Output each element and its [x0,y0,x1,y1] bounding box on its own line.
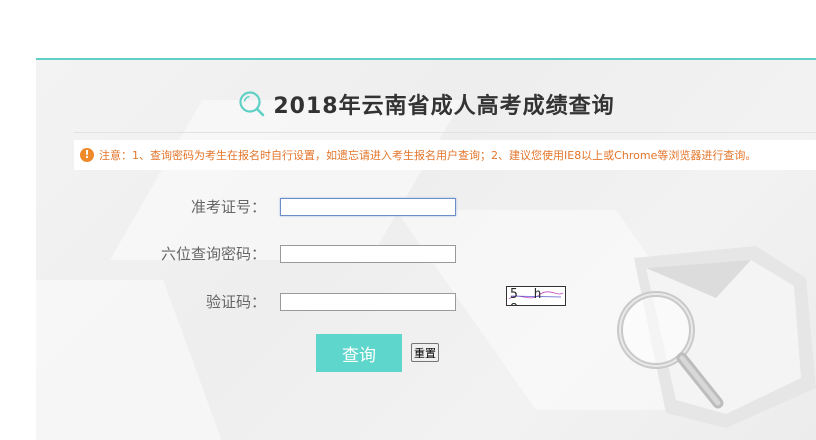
password-row: 六位查询密码： [36,243,456,264]
magnifier-illustration-icon [617,246,816,428]
reset-button[interactable]: 重置 [411,343,439,362]
search-icon [239,91,265,117]
submit-button[interactable]: 查询 [316,334,402,372]
exam-number-row: 准考证号： [36,196,456,217]
divider [74,132,816,133]
password-label: 六位查询密码： [160,245,266,263]
captcha-text: 5 h 8 w [510,287,546,305]
password-input[interactable] [280,244,456,263]
exclamation-icon: ! [80,148,94,162]
captcha-label: 验证码： [205,293,266,311]
captcha-input[interactable] [280,292,456,311]
query-panel: 2018年云南省成人高考成绩查询 ! 注意：1、查询密码为考生在报名时自行设置，… [36,58,816,440]
exam-number-input[interactable] [280,197,456,216]
title-row: 2018年云南省成人高考成绩查询 [36,86,816,122]
notice-bar: ! 注意：1、查询密码为考生在报名时自行设置，如遗忘请进入考生报名用户查询；2、… [74,140,816,170]
page-title: 2018年云南省成人高考成绩查询 [273,94,615,119]
captcha-row: 验证码： [36,291,456,312]
notice-text: 注意：1、查询密码为考生在报名时自行设置，如遗忘请进入考生报名用户查询；2、建议… [99,149,757,162]
captcha-image[interactable]: 5 h 8 w [506,286,566,306]
background-shape [109,100,463,260]
exam-number-label: 准考证号： [190,198,266,216]
